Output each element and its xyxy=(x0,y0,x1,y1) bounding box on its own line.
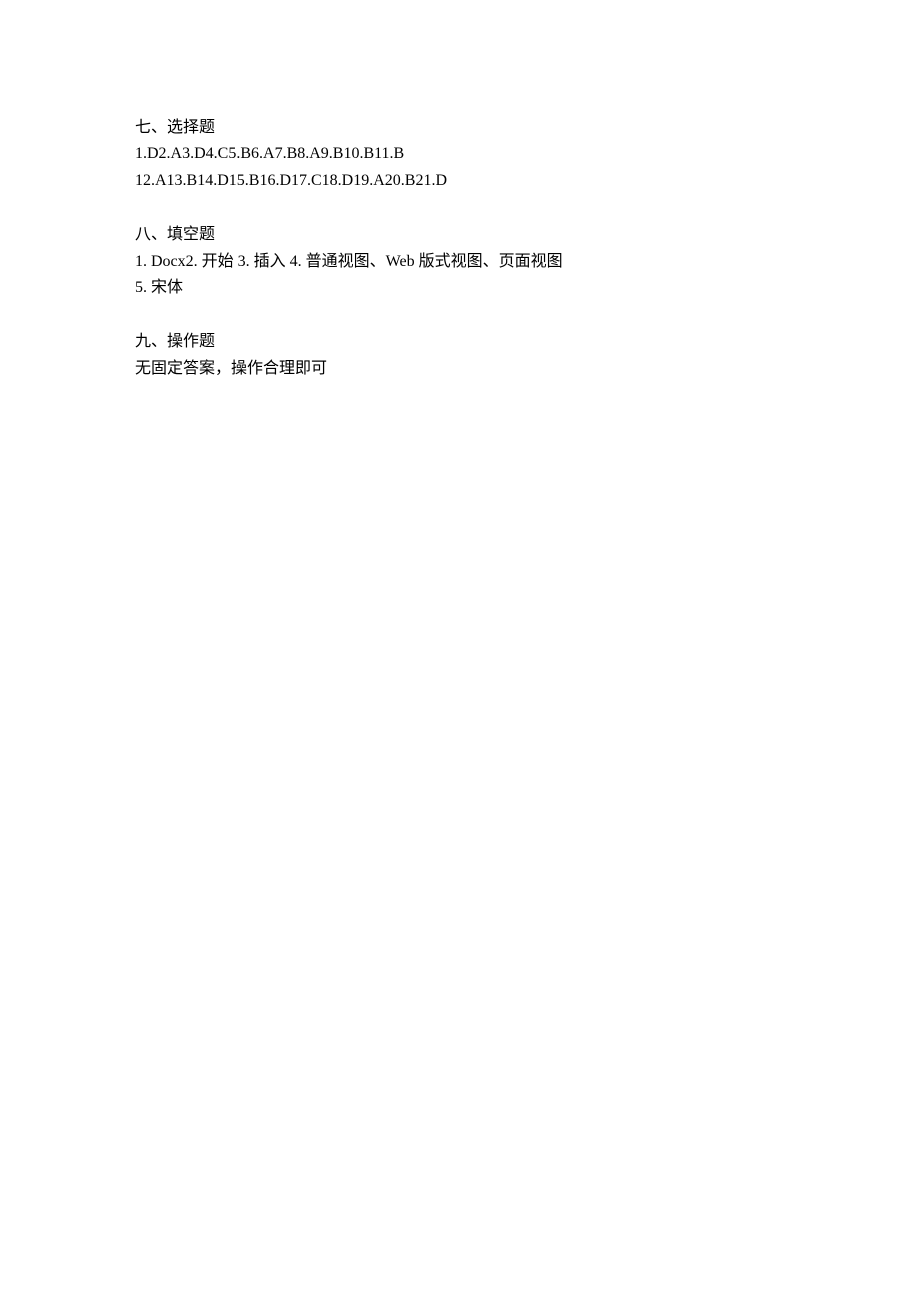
section-seven-line-2: 12.A13.B14.D15.B16.D17.C18.D19.A20.B21.D xyxy=(135,168,785,194)
section-eight-title: 八、填空题 xyxy=(135,222,785,248)
section-seven: 七、选择题 1.D2.A3.D4.C5.B6.A7.B8.A9.B10.B11.… xyxy=(135,115,785,194)
section-nine-title: 九、操作题 xyxy=(135,329,785,355)
section-nine-line-1: 无固定答案，操作合理即可 xyxy=(135,356,785,382)
section-nine: 九、操作题 无固定答案，操作合理即可 xyxy=(135,329,785,382)
document-page: 七、选择题 1.D2.A3.D4.C5.B6.A7.B8.A9.B10.B11.… xyxy=(0,0,920,382)
section-eight-line-1: 1. Docx2. 开始 3. 插入 4. 普通视图、Web 版式视图、页面视图 xyxy=(135,249,785,275)
section-seven-line-1: 1.D2.A3.D4.C5.B6.A7.B8.A9.B10.B11.B xyxy=(135,141,785,167)
section-eight-line-2: 5. 宋体 xyxy=(135,275,785,301)
section-seven-title: 七、选择题 xyxy=(135,115,785,141)
section-eight: 八、填空题 1. Docx2. 开始 3. 插入 4. 普通视图、Web 版式视… xyxy=(135,222,785,301)
